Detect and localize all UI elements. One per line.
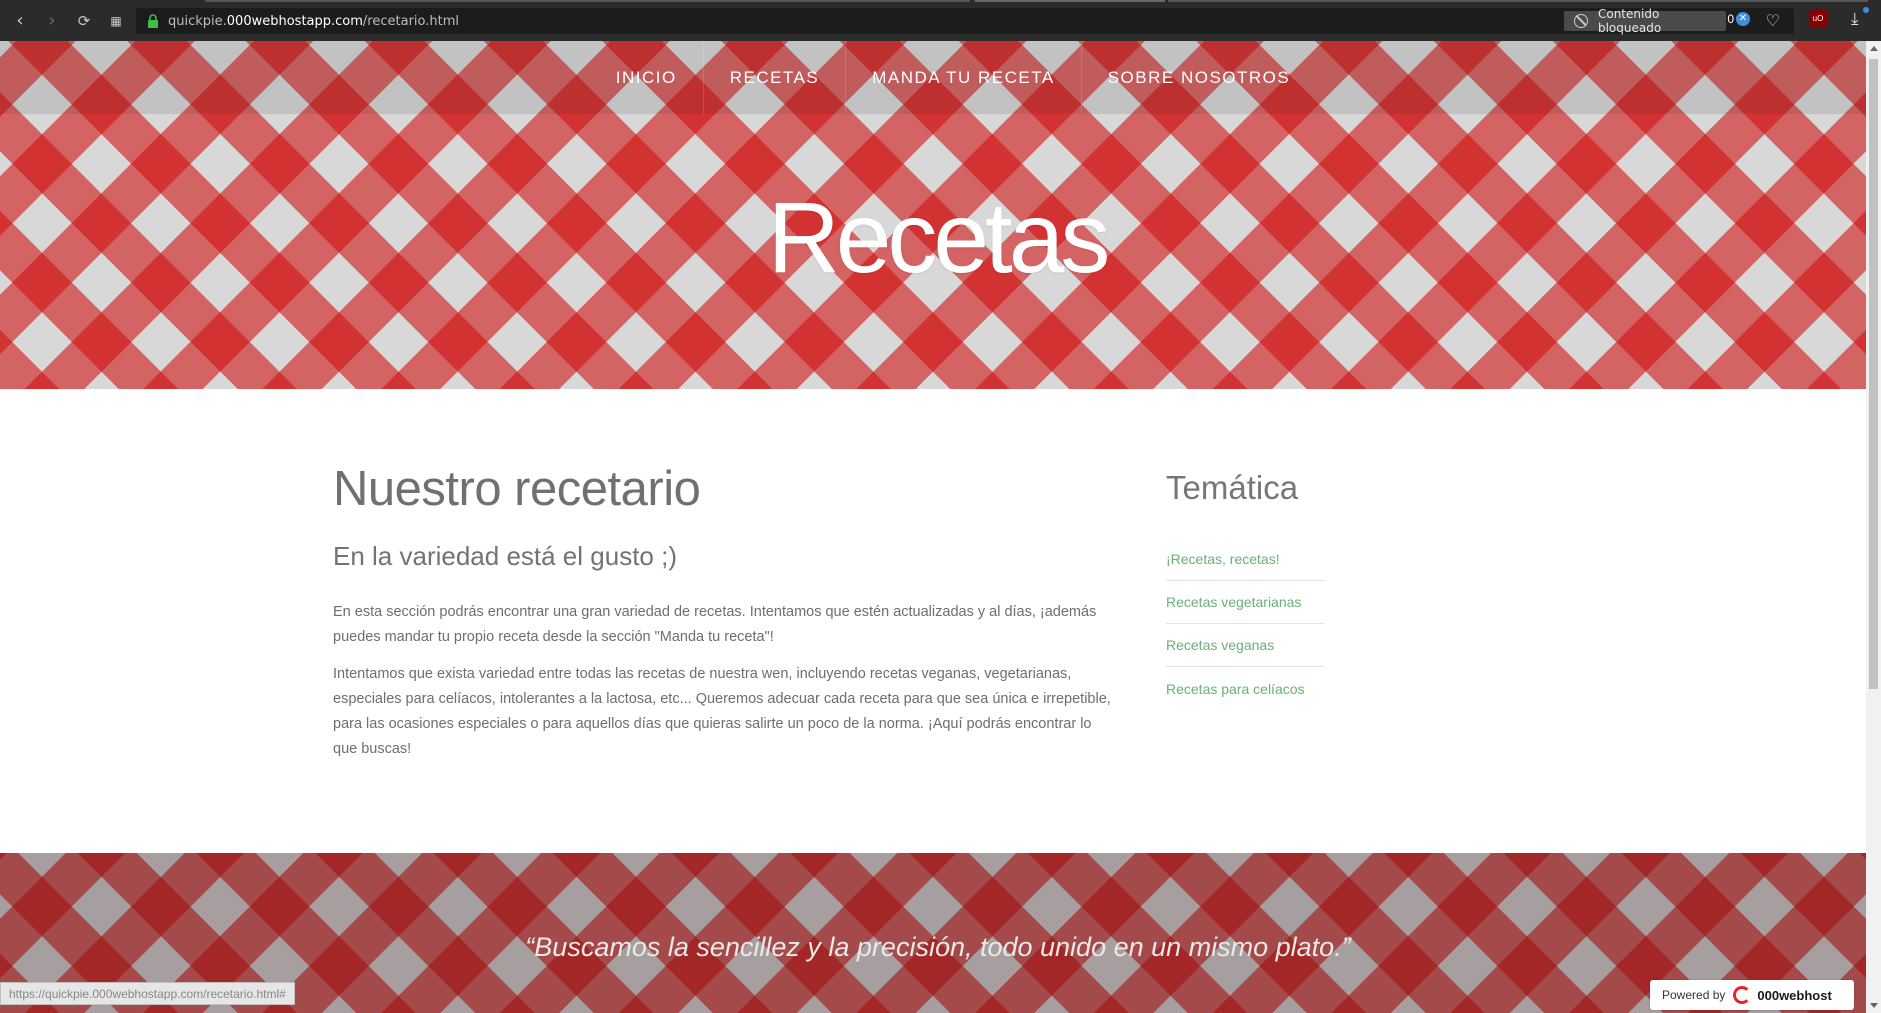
- footer-quote: “Buscamos la sencillez y la precisión, t…: [525, 932, 1351, 962]
- page-scrollbar[interactable]: [1866, 41, 1881, 1013]
- grid-icon[interactable]: ▦: [100, 5, 132, 37]
- powered-by-label: Powered by: [1662, 988, 1726, 1002]
- status-bar-url: https://quickpie.000webhostapp.com/recet…: [0, 982, 295, 1005]
- shield-icon: ✕: [1736, 12, 1750, 26]
- sidebar-links: ¡Recetas, recetas! Recetas vegetarianas …: [1166, 537, 1324, 710]
- blocked-count: 0: [1727, 12, 1734, 26]
- powered-by-brand: 000webhost: [1757, 987, 1832, 1003]
- page-subtitle: En la variedad está el gusto ;): [333, 541, 677, 571]
- tab-strip: [205, 0, 970, 2]
- back-icon[interactable]: ‹: [4, 5, 36, 37]
- page-title: Nuestro recetario: [333, 462, 701, 516]
- blocked-content-button[interactable]: Contenido bloqueado: [1564, 7, 1726, 35]
- nav-item-sobre-nosotros[interactable]: SOBRE NOSOTROS: [1082, 41, 1317, 114]
- hero-banner: INICIO RECETAS MANDA TU RECETA SOBRE NOS…: [0, 41, 1866, 389]
- powered-by-badge[interactable]: Powered by 000webhost: [1650, 980, 1854, 1010]
- reload-icon[interactable]: ⟳: [68, 5, 100, 37]
- nav-item-recetas[interactable]: RECETAS: [704, 41, 847, 114]
- download-badge: [1863, 7, 1869, 13]
- blocked-content-label: Contenido bloqueado: [1597, 7, 1662, 35]
- sidebar-link-vegetarianas[interactable]: Recetas vegetarianas: [1166, 581, 1324, 624]
- active-tab-indicator: [975, 0, 1165, 2]
- address-bar[interactable]: quickpie.000webhostapp.com/recetario.htm…: [136, 7, 1794, 35]
- nav-item-inicio[interactable]: INICIO: [590, 41, 704, 114]
- heart-icon[interactable]: ♡: [1766, 11, 1780, 31]
- intro-paragraph: En esta sección podrás encontrar una gra…: [333, 604, 1097, 645]
- sidebar-link-veganas[interactable]: Recetas veganas: [1166, 624, 1324, 667]
- description-paragraph: Intentamos que exista variedad entre tod…: [333, 666, 1111, 757]
- lock-icon: [142, 10, 164, 32]
- page-viewport: INICIO RECETAS MANDA TU RECETA SOBRE NOS…: [0, 41, 1866, 1013]
- webhost-logo-icon: [1733, 986, 1752, 1004]
- main-navbar: INICIO RECETAS MANDA TU RECETA SOBRE NOS…: [0, 41, 1866, 114]
- shield-counter[interactable]: 0 ✕: [1727, 12, 1750, 26]
- sidebar-title: Temática: [1166, 469, 1299, 506]
- url-text: quickpie.000webhostapp.com/recetario.htm…: [168, 13, 459, 29]
- nav-item-manda-tu-receta[interactable]: MANDA TU RECETA: [846, 41, 1082, 114]
- hero-title: Recetas: [767, 182, 1111, 294]
- ban-icon: [1574, 14, 1588, 28]
- main-content: Nuestro recetario En la variedad está el…: [333, 461, 1113, 762]
- download-icon[interactable]: ⤓: [1851, 9, 1859, 29]
- scrollbar-thumb[interactable]: [1869, 59, 1878, 689]
- browser-toolbar: ‹ › ⟳ ▦ quickpie.000webhostapp.com/recet…: [0, 0, 1881, 41]
- forward-icon[interactable]: ›: [36, 5, 68, 37]
- sidebar-link-celiacos[interactable]: Recetas para celíacos: [1166, 667, 1324, 710]
- sidebar-link-recetas[interactable]: ¡Recetas, recetas!: [1166, 537, 1324, 581]
- ublock-icon[interactable]: uO: [1809, 10, 1827, 28]
- scroll-down-icon[interactable]: [1870, 1003, 1878, 1008]
- sidebar: Temática ¡Recetas, recetas! Recetas vege…: [1166, 469, 1324, 710]
- tab-strip-right: [1168, 0, 1868, 2]
- scroll-up-icon[interactable]: [1870, 46, 1878, 51]
